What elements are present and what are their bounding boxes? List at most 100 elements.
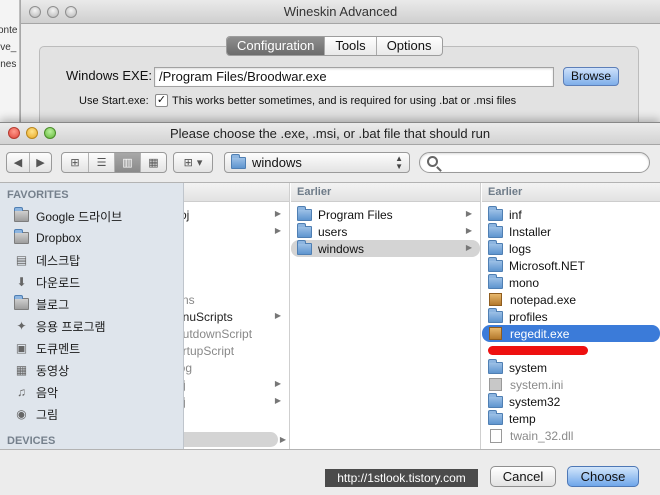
- exe-file-icon: [489, 327, 502, 340]
- list-item[interactable]: notepad.exe: [482, 291, 660, 308]
- column-view-button[interactable]: ▥: [114, 153, 140, 172]
- list-item-label: inf: [509, 207, 522, 222]
- list-item[interactable]: windows ▶: [291, 239, 480, 257]
- background-list-item: ive_: [0, 42, 17, 53]
- sidebar-item-blog[interactable]: 블로그: [0, 293, 183, 315]
- zoom-window-button[interactable]: [65, 6, 77, 18]
- list-item-selected[interactable]: regedit.exe: [482, 325, 660, 342]
- tab-configuration[interactable]: Configuration: [227, 37, 325, 55]
- browser-column-1: roj ▶ ▶ g cns enuScripts ▶ hutdownScript a…: [184, 183, 290, 449]
- back-button[interactable]: ◀: [7, 153, 29, 172]
- list-item[interactable]: inf: [482, 205, 660, 223]
- sidebar-item-dropbox[interactable]: Dropbox: [0, 227, 183, 249]
- sidebar-item-music[interactable]: ♫ 음악: [0, 381, 183, 403]
- list-item[interactable]: Program Files ▶: [291, 205, 480, 223]
- list-item[interactable]: cns: [184, 291, 289, 308]
- sidebar-item-label: Dropbox: [36, 231, 82, 245]
- cancel-button[interactable]: Cancel: [490, 466, 556, 487]
- list-item[interactable]: profiles: [482, 307, 660, 325]
- coverflow-view-button[interactable]: ▦: [140, 153, 166, 172]
- sidebar-item-desktop[interactable]: ▤ 데스크탑: [0, 249, 183, 271]
- list-item[interactable]: system.ini: [482, 376, 660, 393]
- list-item[interactable]: oj ▶: [184, 376, 289, 393]
- list-item[interactable]: enuScripts ▶: [184, 308, 289, 325]
- list-item[interactable]: log: [184, 359, 289, 376]
- arrange-button[interactable]: ⊞ ▾: [174, 153, 212, 172]
- list-item[interactable]: twain_32.dll: [482, 427, 660, 444]
- background-list-item: onte: [0, 25, 18, 36]
- list-view-button[interactable]: ☰: [88, 153, 114, 172]
- sidebar-item-pictures[interactable]: ◉ 그림: [0, 403, 183, 425]
- folder-icon: [488, 239, 503, 255]
- list-item-label: hutdownScript: [184, 326, 253, 341]
- use-start-exe-checkbox[interactable]: ✓: [155, 94, 168, 107]
- list-item[interactable]: temp: [482, 409, 660, 427]
- sidebar: FAVORITES Google 드라이브 Dropbox ▤ 데스크탑 ⬇ 다운로…: [0, 183, 184, 449]
- icon-view-button[interactable]: ⊞: [62, 153, 88, 172]
- window-title: Wineskin Advanced: [283, 4, 398, 19]
- chevron-right-icon: ▶: [274, 311, 281, 320]
- browse-button[interactable]: Browse: [563, 67, 619, 86]
- list-item[interactable]: [482, 342, 660, 359]
- use-start-exe-label: Use Start.exe:: [79, 95, 149, 107]
- list-item[interactable]: ▶: [184, 432, 286, 447]
- folder-icon: [488, 256, 503, 272]
- list-item[interactable]: roj ▶: [184, 206, 289, 223]
- sidebar-item-google-drive[interactable]: Google 드라이브: [0, 205, 183, 227]
- sidebar-item-downloads[interactable]: ⬇ 다운로드: [0, 271, 183, 293]
- list-item[interactable]: users ▶: [291, 222, 480, 240]
- background-list-item: ines: [0, 59, 17, 70]
- list-item-label: mono: [509, 275, 540, 290]
- back-arrow-icon: ◀: [13, 157, 23, 169]
- tab-options[interactable]: Options: [375, 37, 442, 55]
- sidebar-item-applications[interactable]: ✦ 응용 프로그램: [0, 315, 183, 337]
- sidebar-item-movies[interactable]: ▦ 동영상: [0, 359, 183, 381]
- folder-icon: [297, 205, 312, 221]
- view-mode-buttons: ⊞ ☰ ▥ ▦: [61, 152, 167, 173]
- navigation-buttons: ◀ ▶: [6, 152, 52, 173]
- tab-tools[interactable]: Tools: [324, 37, 375, 55]
- list-item[interactable]: system: [482, 358, 660, 376]
- list-item-label: oj: [184, 378, 185, 392]
- folder-icon: [488, 409, 503, 425]
- list-view-icon: ☰: [96, 157, 107, 169]
- pictures-icon: ◉: [16, 407, 27, 421]
- list-item[interactable]: Microsoft.NET: [482, 256, 660, 274]
- minimize-window-button[interactable]: [47, 6, 59, 18]
- forward-button[interactable]: ▶: [29, 153, 51, 172]
- list-item[interactable]: mono: [482, 273, 660, 291]
- list-item-label: regedit.exe: [510, 326, 570, 341]
- redaction-mark: [488, 346, 588, 355]
- sidebar-item-label: 다운로드: [36, 275, 81, 290]
- close-window-button[interactable]: [29, 6, 41, 18]
- choose-button[interactable]: Choose: [567, 466, 639, 487]
- list-item[interactable]: logs: [482, 239, 660, 257]
- windows-exe-input[interactable]: /Program Files/Broodwar.exe: [154, 67, 554, 87]
- list-item[interactable]: g: [184, 274, 289, 291]
- list-item[interactable]: ▶: [184, 223, 289, 240]
- list-item[interactable]: oj ▶: [184, 393, 289, 410]
- configuration-panel: [39, 46, 639, 130]
- coverflow-view-icon: ▦: [148, 157, 159, 169]
- watermark: http://1stlook.tistory.com: [325, 469, 478, 487]
- search-input[interactable]: [419, 152, 650, 173]
- list-item-label: system.ini: [510, 377, 564, 392]
- exe-file-icon: [489, 293, 502, 306]
- folder-icon: [488, 273, 503, 289]
- browser-column-2: Earlier Program Files ▶ users ▶ windows ▶: [291, 183, 481, 449]
- dialog-zoom-button[interactable]: [44, 127, 56, 139]
- list-item[interactable]: hutdownScript: [184, 325, 289, 342]
- movies-icon: ▦: [15, 363, 28, 377]
- sidebar-item-label: 동영상: [36, 363, 70, 378]
- sidebar-item-documents[interactable]: ▣ 도큐멘트: [0, 337, 183, 359]
- list-item[interactable]: [184, 257, 289, 274]
- list-item[interactable]: [184, 240, 289, 257]
- folder-icon: [488, 358, 503, 374]
- dialog-minimize-button[interactable]: [26, 127, 38, 139]
- path-popup[interactable]: windows ▲ ▼: [224, 152, 410, 173]
- desktop-icon: ▤: [15, 253, 28, 267]
- list-item[interactable]: artupScript: [184, 342, 289, 359]
- list-item[interactable]: system32: [482, 392, 660, 410]
- dialog-close-button[interactable]: [8, 127, 20, 139]
- list-item[interactable]: Installer: [482, 222, 660, 240]
